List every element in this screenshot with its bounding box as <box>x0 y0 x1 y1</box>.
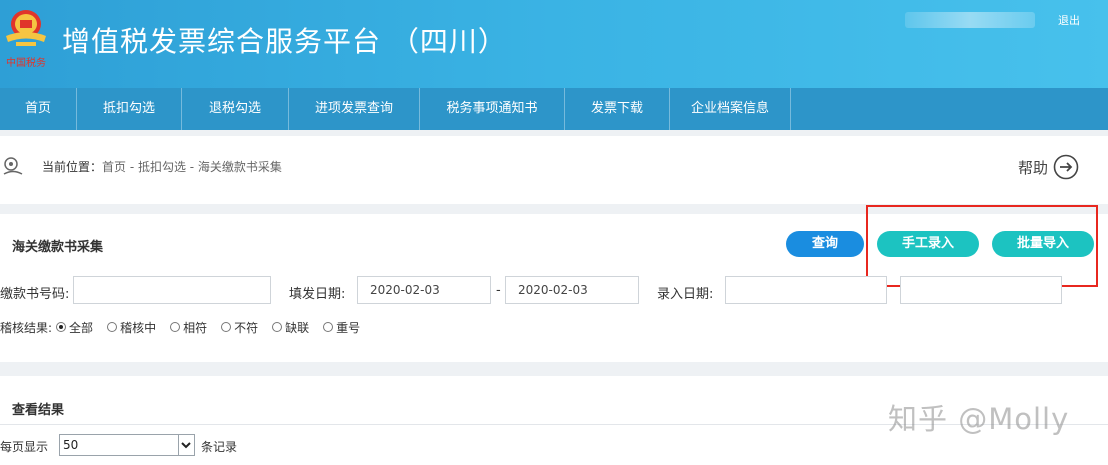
per-page-label: 每页显示 <box>0 440 49 454</box>
check-result-label: 稽核结果: <box>0 320 53 335</box>
nav-items: 首页 抵扣勾选 退税勾选 进项发票查询 税务事项通知书 发票下载 企业档案信息 <box>0 88 791 130</box>
entry-date-from-input[interactable] <box>725 276 887 304</box>
check-result-radio[interactable]: 不符 <box>221 319 258 336</box>
radio-button-icon[interactable] <box>323 322 334 332</box>
payment-no-input[interactable] <box>73 276 271 304</box>
check-result-radio[interactable]: 全部 <box>56 319 93 336</box>
help-label: 帮助 <box>1018 158 1049 177</box>
per-page-value: 50 <box>63 438 79 452</box>
radio-label: 缺联 <box>285 320 310 335</box>
check-result-radio-group: 全部 稽核中 相符 不符 缺联 重号 <box>56 319 374 336</box>
tax-emblem-icon: 中国税务 <box>6 10 46 69</box>
records-label: 条记录 <box>201 440 238 454</box>
check-result-radio[interactable]: 重号 <box>323 319 360 336</box>
results-title: 查看结果 <box>12 403 65 418</box>
nav-item[interactable]: 首页 <box>0 88 77 130</box>
per-page-select[interactable]: 50 <box>59 434 195 456</box>
radio-button-icon[interactable] <box>221 322 232 332</box>
nav-item[interactable]: 税务事项通知书 <box>420 88 565 130</box>
check-result-radio[interactable]: 相符 <box>170 319 207 336</box>
radio-button-icon[interactable] <box>56 322 67 332</box>
radio-button-icon[interactable] <box>272 322 283 332</box>
section-title: 海关缴款书采集 <box>12 240 104 255</box>
radio-button-icon[interactable] <box>170 322 181 332</box>
logout-link[interactable]: 退出 <box>1058 12 1080 28</box>
header-banner: 中国税务 增值税发票综合服务平台 （四川） 退出 <box>0 0 1108 88</box>
nav-item[interactable]: 进项发票查询 <box>289 88 420 130</box>
check-result-radio[interactable]: 稽核中 <box>107 319 156 336</box>
main-nav: 首页 抵扣勾选 退税勾选 进项发票查询 税务事项通知书 发票下载 企业档案信息 <box>0 88 1108 130</box>
payment-no-label: 缴款书号码: <box>0 287 70 302</box>
section-gap <box>0 130 1108 136</box>
arrow-right-circle-icon <box>1053 154 1079 180</box>
batch-import-button[interactable]: 批量导入 <box>992 231 1094 257</box>
location-pin-icon <box>3 157 23 175</box>
help-button[interactable]: 帮助 <box>1018 154 1079 180</box>
nav-item[interactable]: 发票下载 <box>565 88 670 130</box>
check-result-radio[interactable]: 缺联 <box>272 319 309 336</box>
nav-item[interactable]: 企业档案信息 <box>670 88 791 130</box>
issue-date-label: 填发日期: <box>289 287 346 302</box>
section-gap <box>0 362 1108 376</box>
date-separator: - <box>496 283 501 298</box>
breadcrumb-label: 当前位置： <box>42 160 103 174</box>
issue-date-from-input[interactable] <box>357 276 491 304</box>
breadcrumb-path[interactable]: 首页 - 抵扣勾选 - 海关缴款书采集 <box>102 160 282 174</box>
radio-label: 相符 <box>183 320 208 335</box>
entry-date-to-input[interactable] <box>900 276 1062 304</box>
emblem-text: 中国税务 <box>6 56 46 69</box>
issue-date-to-input[interactable] <box>505 276 639 304</box>
user-info-blurred <box>905 12 1035 28</box>
breadcrumb-row: 当前位置：首页 - 抵扣勾选 - 海关缴款书采集 帮助 <box>0 140 1108 192</box>
manual-entry-button[interactable]: 手工录入 <box>877 231 979 257</box>
radio-label: 不符 <box>234 320 259 335</box>
radio-label: 全部 <box>69 320 94 335</box>
entry-date-label: 录入日期: <box>657 287 714 302</box>
breadcrumb: 当前位置：首页 - 抵扣勾选 - 海关缴款书采集 <box>42 158 282 175</box>
site-title: 增值税发票综合服务平台 （四川） <box>62 25 507 58</box>
watermark: 知乎 @Molly <box>888 402 1070 436</box>
check-result-row: 稽核结果: 全部 稽核中 相符 不符 缺联 重号 <box>0 318 374 336</box>
radio-label: 稽核中 <box>120 320 157 335</box>
chevron-down-icon <box>178 435 194 455</box>
nav-item[interactable]: 退税勾选 <box>182 88 289 130</box>
query-button[interactable]: 查询 <box>786 231 864 257</box>
section-gap <box>0 204 1108 214</box>
radio-button-icon[interactable] <box>107 322 118 332</box>
nav-item[interactable]: 抵扣勾选 <box>77 88 182 130</box>
radio-label: 重号 <box>336 320 361 335</box>
